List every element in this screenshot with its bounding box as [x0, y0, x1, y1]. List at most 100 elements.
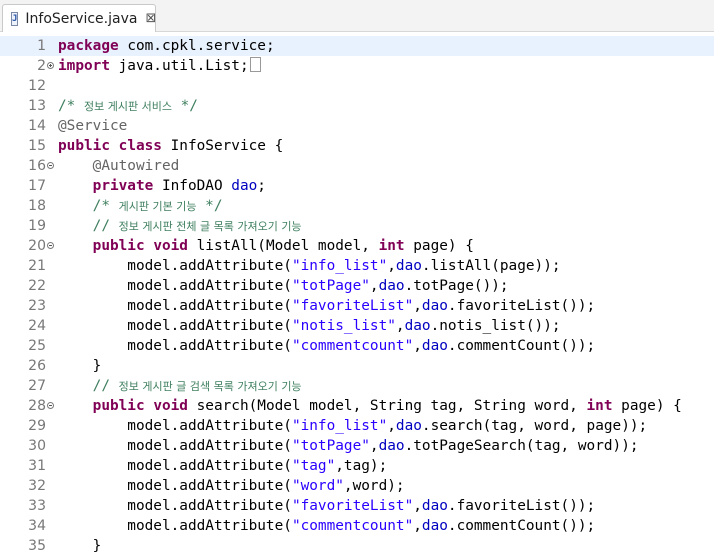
code-line[interactable]: 16 @Autowired — [0, 156, 714, 176]
code-token: private — [92, 178, 154, 194]
line-number: 19 — [28, 218, 46, 234]
code-token: .totPageSearch(tag, word)); — [404, 438, 639, 454]
code-line[interactable]: 25 model.addAttribute("commentcount",dao… — [0, 336, 714, 356]
code-token: page) { — [612, 398, 682, 414]
code-line[interactable]: 27 // 정보 게시판 글 검색 목록 가져오기 기능 — [0, 376, 714, 396]
code-line[interactable]: 1 package com.cpkl.service; — [0, 36, 714, 56]
code-token: model.addAttribute( — [58, 478, 292, 494]
code-token: model.addAttribute( — [58, 438, 292, 454]
code-token: , — [395, 318, 405, 334]
code-token: dao — [421, 498, 448, 514]
code-line[interactable]: 12 — [0, 76, 714, 96]
code-line[interactable]: 34 model.addAttribute("commentcount",dao… — [0, 516, 714, 536]
code-token: class — [118, 138, 162, 154]
code-line[interactable]: 20 public void listAll(Model model, int … — [0, 236, 714, 256]
code-line[interactable]: 30 model.addAttribute("totPage",dao.totP… — [0, 436, 714, 456]
code-token: , — [387, 258, 396, 274]
code-token: @Autowired — [58, 158, 180, 174]
code-line[interactable]: 23 model.addAttribute("favoriteList",dao… — [0, 296, 714, 316]
code-editor[interactable]: 1 package com.cpkl.service; 2 import java.u… — [0, 33, 714, 559]
close-icon[interactable]: ⊠ — [145, 11, 156, 26]
expand-fold-icon[interactable] — [47, 62, 54, 69]
code-token: InfoService { — [161, 138, 284, 154]
code-line[interactable]: 26 } — [0, 356, 714, 376]
folded-imports-icon[interactable] — [249, 57, 261, 72]
code-line[interactable]: 15 public class InfoService { — [0, 136, 714, 156]
code-text: model.addAttribute("word",word); — [58, 476, 404, 496]
code-token: .search(tag, word, page)); — [421, 418, 648, 434]
code-line[interactable]: 17 private InfoDAO dao; — [0, 176, 714, 196]
code-token: /* — [58, 98, 84, 114]
line-number: 23 — [28, 298, 46, 314]
line-number: 34 — [28, 518, 46, 534]
line-number: 27 — [28, 378, 46, 394]
line-number: 32 — [28, 478, 46, 494]
code-line[interactable]: 29 model.addAttribute("info_list",dao.se… — [0, 416, 714, 436]
code-line[interactable]: 35 } — [0, 536, 714, 556]
line-number: 2 — [37, 58, 46, 74]
code-line[interactable]: 24 model.addAttribute("notis_list",dao.n… — [0, 316, 714, 336]
code-text: model.addAttribute("commentcount",dao.co… — [58, 516, 595, 536]
code-line[interactable]: 21 model.addAttribute("info_list",dao.li… — [0, 256, 714, 276]
code-line[interactable]: 2 import java.util.List; — [0, 56, 714, 76]
line-number: 13 — [28, 98, 46, 114]
code-text: model.addAttribute("info_list",dao.listA… — [58, 256, 560, 276]
code-token: , — [413, 298, 422, 314]
java-file-icon: J — [11, 11, 19, 26]
code-token: int — [586, 398, 613, 414]
code-text: model.addAttribute("totPage",dao.totPage… — [58, 276, 508, 296]
line-number: 30 — [28, 438, 46, 454]
line-number: 1 — [37, 38, 46, 54]
code-token: "totPage" — [291, 438, 370, 454]
code-token: "info_list" — [291, 418, 388, 434]
code-token: , — [413, 518, 422, 534]
code-token: search(Model model, String tag, String w… — [187, 398, 587, 414]
code-line[interactable]: 22 model.addAttribute("totPage",dao.totP… — [0, 276, 714, 296]
code-line[interactable]: 18 /* 게시판 기본 기능 */ — [0, 196, 714, 216]
code-text: model.addAttribute("favoriteList",dao.fa… — [58, 496, 595, 516]
code-token: package — [58, 38, 119, 54]
code-text: // 정보 게시판 전체 글 목록 가져오기 기능 — [58, 216, 302, 237]
code-line[interactable]: 33 model.addAttribute("favoriteList",dao… — [0, 496, 714, 516]
code-line[interactable]: 19 // 정보 게시판 전체 글 목록 가져오기 기능 — [0, 216, 714, 236]
line-number: 35 — [28, 538, 46, 554]
code-token: model.addAttribute( — [58, 258, 292, 274]
collapse-fold-icon[interactable] — [47, 162, 54, 169]
code-token: "favoriteList" — [291, 298, 414, 314]
code-line[interactable]: 13 /* 정보 게시판 서비스 */ — [0, 96, 714, 116]
line-number: 14 — [28, 118, 46, 134]
collapse-fold-icon[interactable] — [47, 402, 54, 409]
code-token: , — [387, 418, 396, 434]
code-token: "word" — [291, 478, 344, 494]
code-token: 정보 게시판 글 검색 목록 가져오기 기능 — [118, 380, 302, 393]
code-line[interactable]: 14 @Service — [0, 116, 714, 136]
line-number: 18 — [28, 198, 46, 214]
code-token: "favoriteList" — [291, 498, 414, 514]
code-token: model.addAttribute( — [58, 338, 292, 354]
code-text: model.addAttribute("tag",tag); — [58, 456, 387, 476]
line-number: 31 — [28, 458, 46, 474]
line-number: 33 — [28, 498, 46, 514]
code-text: model.addAttribute("notis_list",dao.noti… — [58, 316, 560, 336]
code-text: model.addAttribute("info_list",dao.searc… — [58, 416, 647, 436]
code-token: , — [413, 498, 422, 514]
code-token: dao — [421, 518, 448, 534]
code-token: ; — [257, 178, 266, 194]
code-token: dao — [421, 298, 448, 314]
collapse-fold-icon[interactable] — [47, 242, 54, 249]
code-token: */ — [196, 198, 223, 214]
code-token: dao — [231, 178, 258, 194]
code-token: public — [92, 238, 145, 254]
code-token: ,tag); — [335, 458, 388, 474]
code-line[interactable]: 31 model.addAttribute("tag",tag); — [0, 456, 714, 476]
code-text: } — [58, 356, 102, 376]
code-line[interactable]: 28 public void search(Model model, Strin… — [0, 396, 714, 416]
tab-infoservice-java[interactable]: J InfoService.java ⊠ — [2, 4, 156, 32]
code-token: model.addAttribute( — [58, 518, 292, 534]
code-line[interactable]: 32 model.addAttribute("word",word); — [0, 476, 714, 496]
code-token: .commentCount()); — [447, 518, 596, 534]
